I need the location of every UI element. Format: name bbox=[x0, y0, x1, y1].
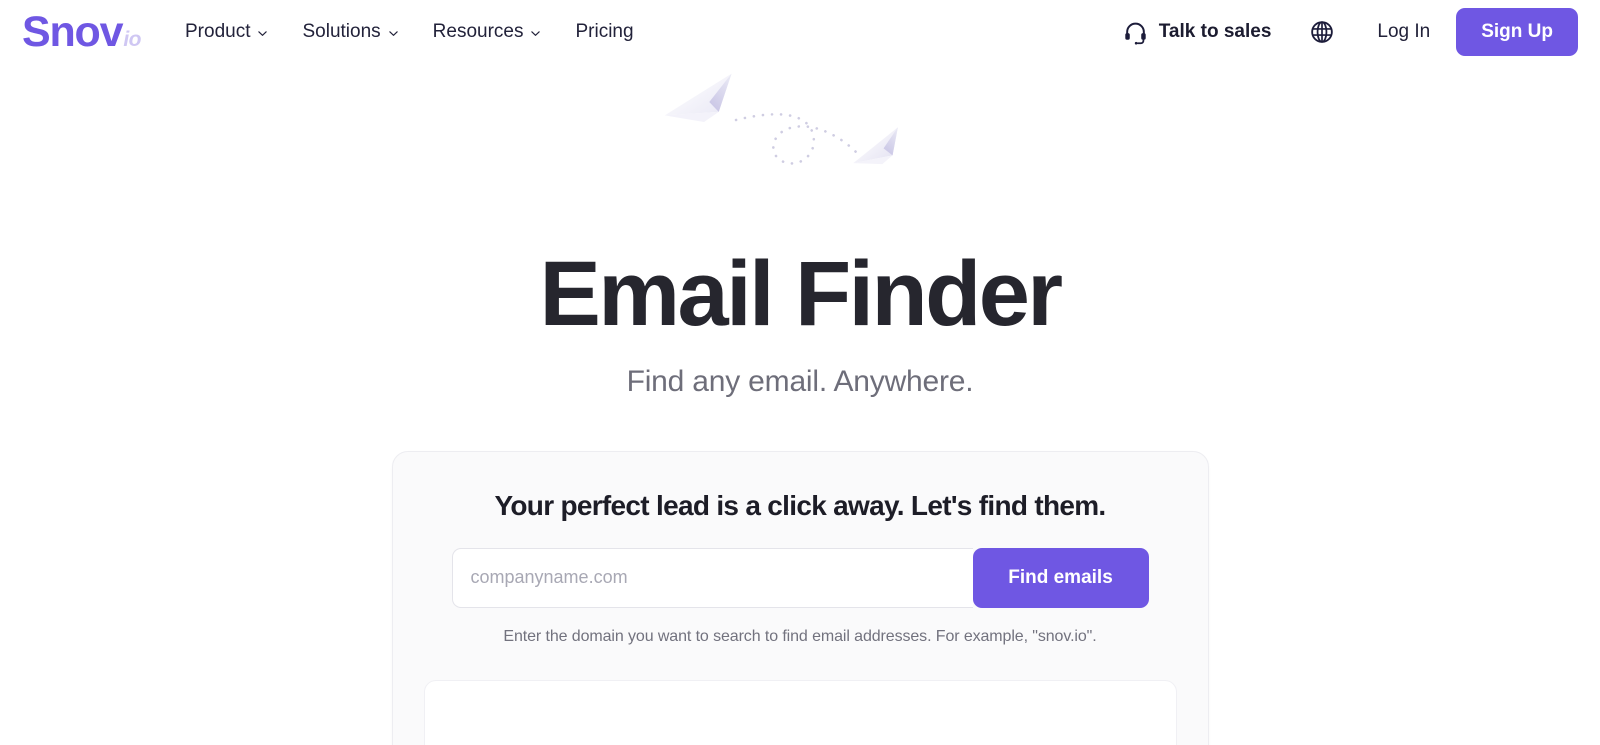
globe-icon bbox=[1309, 19, 1335, 45]
header-actions: Talk to sales Log In Sign Up bbox=[1123, 8, 1578, 56]
language-selector-button[interactable] bbox=[1309, 19, 1335, 45]
talk-to-sales-button[interactable]: Talk to sales bbox=[1123, 20, 1272, 45]
nav-item-label: Pricing bbox=[575, 21, 634, 42]
email-finder-card: Your perfect lead is a click away. Let's… bbox=[391, 450, 1209, 745]
logo-main-text: Snov bbox=[22, 7, 124, 56]
paper-planes-illustration bbox=[0, 64, 1600, 224]
domain-search-form: Find emails bbox=[451, 547, 1149, 608]
nav-item-product[interactable]: Product bbox=[185, 21, 268, 43]
nav-item-pricing[interactable]: Pricing bbox=[575, 21, 633, 43]
login-link[interactable]: Log In bbox=[1377, 21, 1430, 43]
nav-item-solutions[interactable]: Solutions bbox=[302, 21, 398, 43]
card-heading: Your perfect lead is a click away. Let's… bbox=[494, 489, 1106, 521]
hero-section: Email Finder Find any email. Anywhere. Y… bbox=[0, 64, 1600, 745]
logo-sub-text: io bbox=[123, 27, 141, 51]
site-header: Snov io Product Solutions Resources Pric… bbox=[0, 0, 1600, 64]
main-navigation: Product Solutions Resources Pricing bbox=[185, 21, 634, 43]
nav-item-label: Solutions bbox=[302, 21, 381, 42]
chevron-down-icon bbox=[530, 28, 541, 39]
talk-to-sales-label: Talk to sales bbox=[1158, 21, 1272, 42]
domain-search-input[interactable] bbox=[451, 547, 973, 608]
search-card-wrapper: Your perfect lead is a click away. Let's… bbox=[0, 450, 1600, 745]
chevron-down-icon bbox=[388, 28, 399, 39]
headset-icon bbox=[1123, 20, 1148, 45]
signup-button[interactable]: Sign Up bbox=[1456, 8, 1578, 56]
logo-snovio[interactable]: Snov io bbox=[22, 7, 141, 56]
page-title: Email Finder bbox=[539, 243, 1064, 345]
search-hint-text: Enter the domain you want to search to f… bbox=[503, 627, 1097, 645]
nav-item-label: Resources bbox=[432, 21, 524, 42]
page-subtitle: Find any email. Anywhere. bbox=[626, 364, 974, 398]
nav-item-resources[interactable]: Resources bbox=[433, 21, 542, 43]
chevron-down-icon bbox=[257, 28, 268, 39]
nav-item-label: Product bbox=[185, 21, 251, 42]
find-emails-button[interactable]: Find emails bbox=[972, 547, 1149, 608]
results-placeholder-card bbox=[423, 679, 1177, 745]
